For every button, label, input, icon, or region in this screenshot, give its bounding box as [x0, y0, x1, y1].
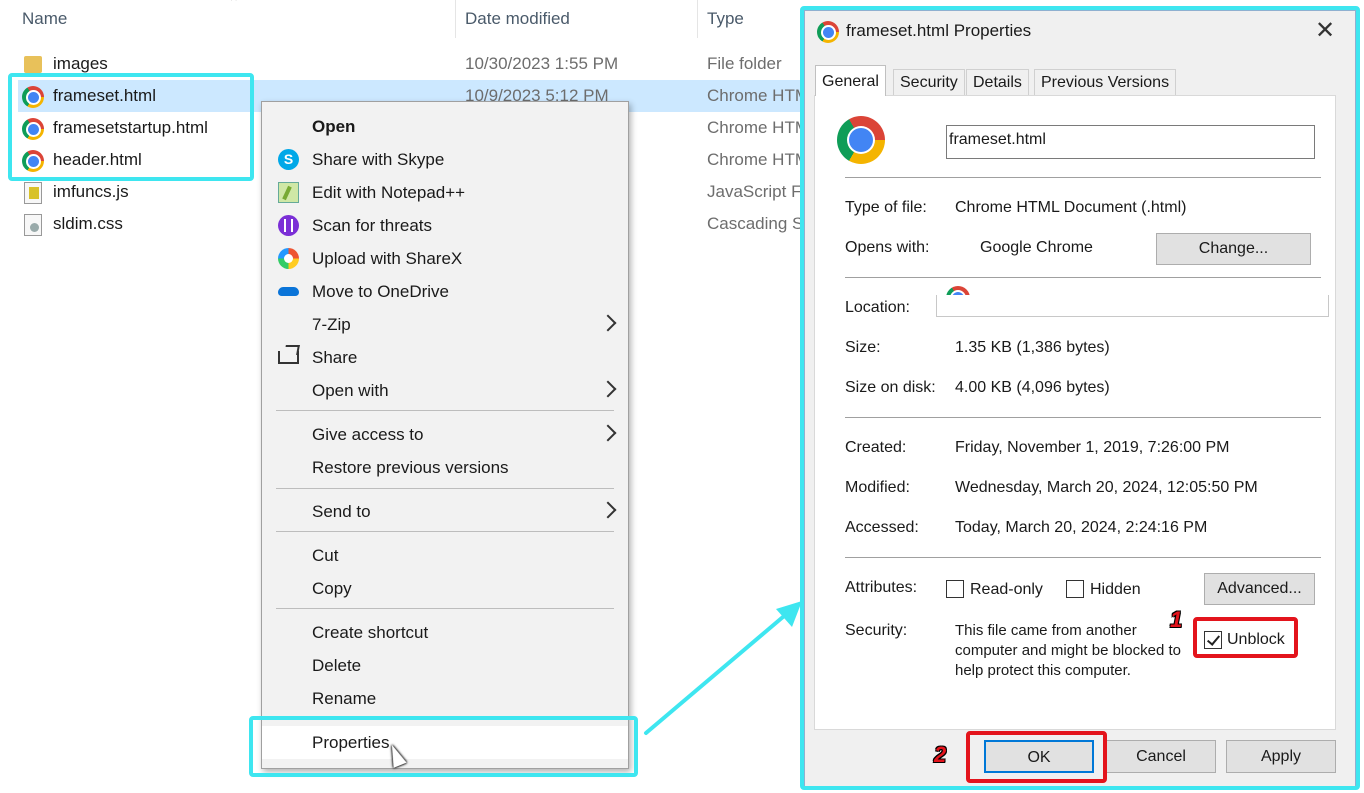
chevron-right-icon: [599, 380, 617, 398]
folder-icon: [24, 56, 42, 73]
sort-chevron-icon: ⌃: [228, 0, 240, 10]
menu-item-cut[interactable]: Cut: [262, 539, 628, 572]
context-menu: Open S Share with Skype Edit with Notepad…: [261, 101, 629, 769]
notepadpp-icon: [278, 182, 299, 203]
ok-highlight-box: [966, 731, 1107, 783]
file-type: Cascading S: [707, 214, 804, 233]
chevron-right-icon: [599, 314, 617, 332]
column-header-type[interactable]: Type: [707, 0, 744, 38]
properties-highlight-box: [249, 716, 638, 777]
unblock-highlight-box: [1193, 617, 1298, 658]
css-file-icon: [24, 214, 42, 236]
file-type: File folder: [707, 54, 782, 73]
menu-item-share-skype[interactable]: S Share with Skype: [262, 143, 628, 176]
menu-item-sharex[interactable]: Upload with ShareX: [262, 242, 628, 275]
menu-item-delete[interactable]: Delete: [262, 649, 628, 682]
skype-icon: S: [278, 149, 299, 170]
menu-separator: [276, 488, 614, 489]
menu-item-copy[interactable]: Copy: [262, 572, 628, 605]
menu-item-scan-threats[interactable]: Scan for threats: [262, 209, 628, 242]
arrow-icon: [644, 601, 802, 735]
file-type: JavaScript F: [707, 182, 802, 201]
menu-item-onedrive[interactable]: Move to OneDrive: [262, 275, 628, 308]
file-name: sldim.css: [53, 214, 123, 233]
menu-separator: [276, 410, 614, 411]
share-icon: [278, 351, 299, 364]
chevron-right-icon: [599, 501, 617, 519]
menu-item-open[interactable]: Open: [262, 110, 628, 143]
menu-item-rename[interactable]: Rename: [262, 682, 628, 715]
file-date: 10/30/2023 1:55 PM: [465, 54, 619, 73]
chevron-right-icon: [599, 424, 617, 442]
column-header-date[interactable]: Date modified: [465, 0, 570, 38]
column-separator: [697, 0, 698, 38]
menu-item-restore-versions[interactable]: Restore previous versions: [262, 451, 628, 484]
menu-item-share[interactable]: Share: [262, 341, 628, 374]
onedrive-icon: [278, 287, 299, 296]
scan-threats-icon: [278, 215, 299, 236]
menu-separator: [276, 608, 614, 609]
menu-separator: [276, 531, 614, 532]
menu-item-create-shortcut[interactable]: Create shortcut: [262, 616, 628, 649]
tab-general[interactable]: General: [815, 65, 886, 96]
sharex-icon: [278, 248, 299, 269]
js-file-icon: [24, 182, 42, 204]
step-1-label: 1: [1170, 607, 1183, 632]
files-highlight-box: [8, 73, 254, 181]
menu-item-notepadpp[interactable]: Edit with Notepad++: [262, 176, 628, 209]
dialog-highlight-box: [800, 6, 1360, 790]
menu-item-open-with[interactable]: Open with: [262, 374, 628, 407]
column-separator: [455, 0, 456, 38]
menu-item-7zip[interactable]: 7-Zip: [262, 308, 628, 341]
column-header-name[interactable]: Name: [22, 0, 67, 38]
menu-item-give-access[interactable]: Give access to: [262, 418, 628, 451]
step-2-label: 2: [934, 742, 947, 767]
menu-item-send-to[interactable]: Send to: [262, 495, 628, 528]
